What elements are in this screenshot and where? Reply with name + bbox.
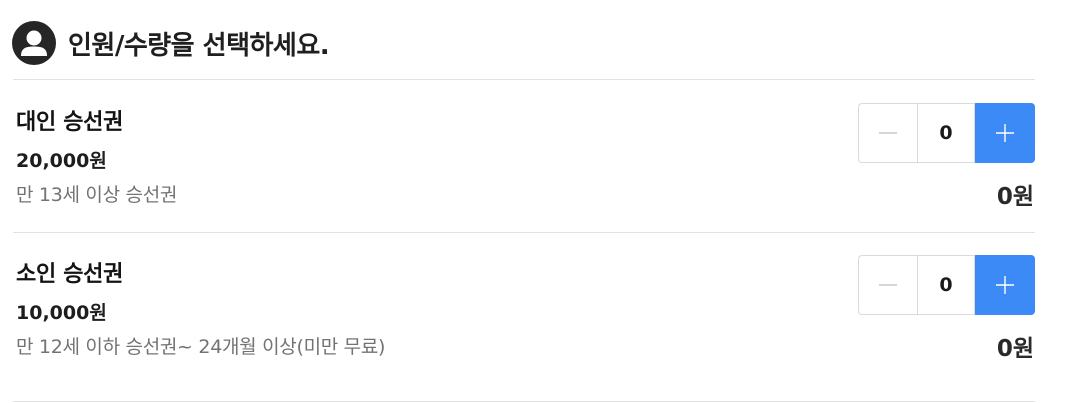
decrease-button[interactable] [858, 255, 917, 315]
minus-icon [879, 132, 897, 134]
ticket-total: 0원 [996, 336, 1034, 362]
plus-icon [996, 124, 1014, 142]
ticket-name: 소인 승선권 [16, 262, 124, 287]
divider-top [13, 79, 1035, 80]
decrease-button[interactable] [858, 103, 917, 163]
minus-icon [879, 284, 897, 286]
divider-bottom [13, 401, 1035, 402]
plus-icon [996, 276, 1014, 294]
ticket-price: 10,000원 [16, 302, 107, 324]
ticket-description: 만 12세 이하 승선권~ 24개월 이상(미만 무료) [16, 336, 386, 358]
quantity-value: 0 [917, 255, 975, 315]
ticket-total: 0원 [996, 184, 1034, 210]
ticket-price: 20,000원 [16, 150, 107, 172]
quantity-stepper-adult: 0 [858, 103, 1035, 163]
increase-button[interactable] [975, 255, 1035, 315]
quantity-stepper-child: 0 [858, 255, 1035, 315]
ticket-description: 만 13세 이상 승선권 [16, 184, 178, 206]
quantity-value: 0 [917, 103, 975, 163]
ticket-name: 대인 승선권 [16, 110, 124, 135]
section-header: 인원/수량을 선택하세요. [12, 19, 330, 67]
person-icon [12, 21, 56, 65]
divider-middle [13, 232, 1035, 233]
section-title: 인원/수량을 선택하세요. [68, 30, 330, 61]
increase-button[interactable] [975, 103, 1035, 163]
